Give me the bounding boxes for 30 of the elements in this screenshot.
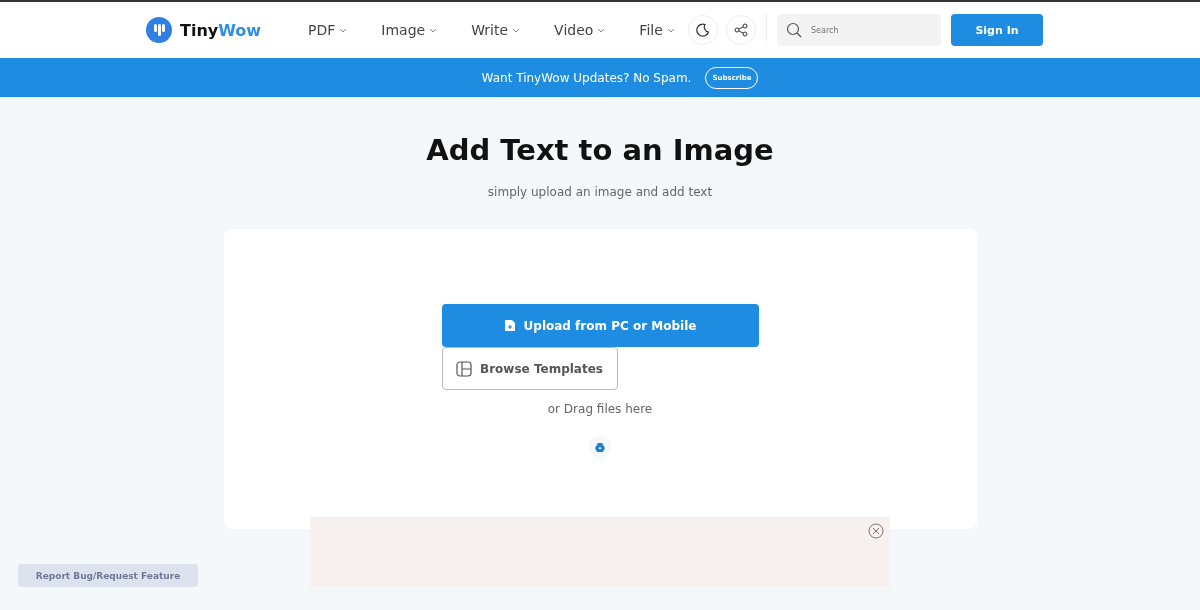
banner-text: Want TinyWow Updates? No Spam. <box>481 70 692 85</box>
chevron-icon <box>429 27 438 33</box>
file-icon <box>503 319 516 332</box>
share-button[interactable] <box>726 15 756 45</box>
nav-menu-item[interactable]: PDF <box>308 22 348 38</box>
chevron-icon <box>597 27 606 33</box>
logo-icon <box>146 17 172 43</box>
upload-button[interactable]: Upload from PC or Mobile <box>441 304 759 347</box>
page-title: Add Text to an Image <box>426 133 774 167</box>
nav-menu-item[interactable]: File <box>639 22 675 38</box>
brand-name[interactable]: TinyWow <box>180 20 262 40</box>
nav-menu-item[interactable]: Image <box>381 22 438 38</box>
drive-icon <box>595 442 605 452</box>
nav-menu-item[interactable]: Video <box>554 22 606 38</box>
search-icon <box>786 22 802 38</box>
sign-in-button[interactable]: Sign In <box>951 14 1043 46</box>
share-icon <box>734 23 748 37</box>
chevron-icon <box>512 27 521 33</box>
chevron-icon <box>339 27 348 33</box>
close-icon[interactable] <box>868 523 884 539</box>
search-field[interactable]: Search <box>777 14 941 46</box>
chevron-icon <box>666 27 675 33</box>
cloud-drive-button[interactable] <box>589 436 611 458</box>
template-icon <box>456 360 473 377</box>
nav-menu-item[interactable]: Write <box>471 22 521 38</box>
page-subtitle: simply upload an image and add text <box>487 185 713 199</box>
browse-templates-button[interactable]: Browse Templates <box>441 347 618 390</box>
dark-mode-button[interactable] <box>688 15 718 45</box>
drag-hint: or Drag files here <box>547 402 653 416</box>
moon-icon <box>696 23 710 37</box>
